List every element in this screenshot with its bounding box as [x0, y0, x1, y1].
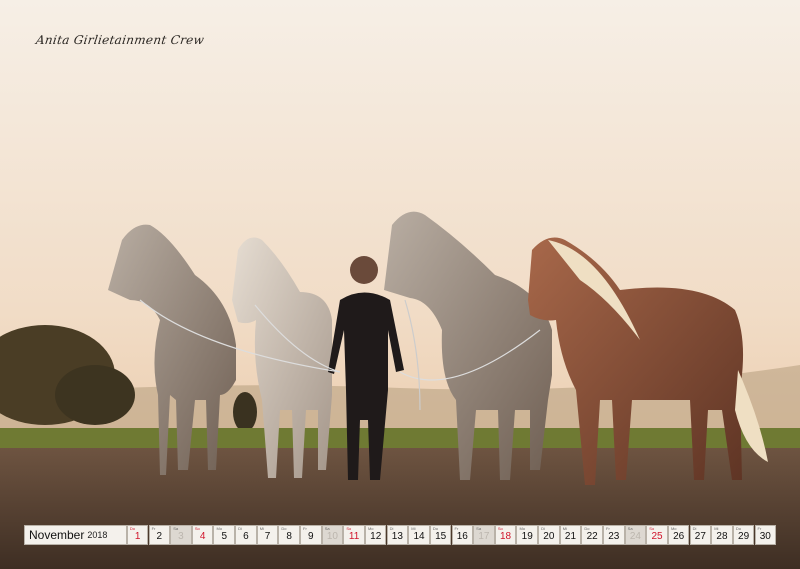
month-calendar-strip: November 2018 Do 1 Fr 2 Sa 3 So 4 Mo 5 Di 6 Mi 7 Do 8 Fr…	[24, 525, 776, 545]
day-number: 13	[391, 531, 403, 542]
day-number: 20	[543, 531, 555, 542]
day-number: 23	[608, 531, 620, 542]
calendar-day: Do 1	[126, 525, 149, 545]
day-number: 24	[629, 531, 641, 542]
day-number: 28	[716, 531, 728, 542]
calendar-day: Mi 28	[711, 525, 733, 545]
day-number: 4	[199, 531, 206, 542]
calendar-day: Mi 7	[256, 525, 279, 545]
calendar-day: Di 6	[235, 525, 257, 545]
calendar-month-label: November 2018	[24, 525, 127, 545]
day-number: 3	[178, 531, 184, 542]
horses-photo-illustration	[0, 0, 800, 569]
calendar-day: Fr 23	[603, 525, 625, 545]
day-number: 15	[435, 531, 447, 542]
calendar-day: So 4	[191, 525, 214, 545]
calendar-day: Fr 16	[451, 525, 474, 545]
day-number: 16	[456, 531, 468, 542]
calendar-day: Fr 9	[300, 525, 322, 545]
calendar-day: So 11	[343, 525, 365, 545]
calendar-day: Sa 3	[170, 525, 192, 545]
day-number: 2	[156, 531, 163, 542]
calendar-days: Do 1 Fr 2 Sa 3 So 4 Mo 5 Di 6 Mi 7 Do 8 Fr 9 Sa 10 So 11 Mo 12 D…	[126, 525, 776, 545]
calendar-day: Mo 12	[364, 525, 387, 545]
day-number: 12	[370, 531, 382, 542]
day-number: 10	[326, 531, 338, 542]
calendar-day: Mo 26	[667, 525, 690, 545]
day-number: 7	[264, 531, 271, 542]
day-number: 27	[694, 531, 706, 542]
day-number: 30	[759, 531, 771, 542]
calendar-day: Mi 14	[408, 525, 430, 545]
day-number: 5	[221, 531, 228, 542]
calendar-day: Fr 30	[754, 525, 776, 545]
calendar-day: Do 22	[581, 525, 603, 545]
day-number: 8	[286, 531, 292, 542]
calendar-day: Di 27	[689, 525, 712, 545]
calendar-day: So 18	[494, 525, 517, 545]
calendar-day: Di 20	[538, 525, 560, 545]
calendar-day: Sa 24	[624, 525, 647, 545]
day-number: 1	[134, 531, 141, 542]
calendar-day: Mi 21	[559, 525, 582, 545]
calendar-day: Do 29	[732, 525, 755, 545]
photographer-signature: Anita Girlietainment Crew	[35, 33, 206, 47]
calendar-day: Di 13	[386, 525, 409, 545]
month-name: November	[29, 528, 85, 542]
calendar-day: Do 15	[429, 525, 452, 545]
day-number: 22	[586, 531, 598, 542]
calendar-day: Fr 2	[148, 525, 171, 545]
year: 2018	[87, 530, 108, 540]
day-number: 25	[651, 531, 663, 542]
day-number: 26	[673, 531, 685, 542]
calendar-day: Do 8	[278, 525, 300, 545]
calendar-day: Sa 17	[473, 525, 495, 545]
day-number: 6	[243, 531, 249, 542]
day-number: 9	[308, 531, 314, 542]
calendar-photo	[0, 0, 800, 569]
day-number: 14	[413, 531, 425, 542]
calendar-day: Mo 5	[213, 525, 235, 545]
calendar-day: Mo 19	[516, 525, 538, 545]
calendar-day: So 25	[646, 525, 668, 545]
day-number: 18	[500, 531, 512, 542]
calendar-day: Sa 10	[321, 525, 344, 545]
day-number: 11	[348, 531, 360, 542]
day-number: 29	[738, 531, 750, 542]
day-number: 21	[564, 531, 577, 542]
day-number: 17	[478, 531, 490, 542]
day-number: 19	[521, 531, 533, 542]
